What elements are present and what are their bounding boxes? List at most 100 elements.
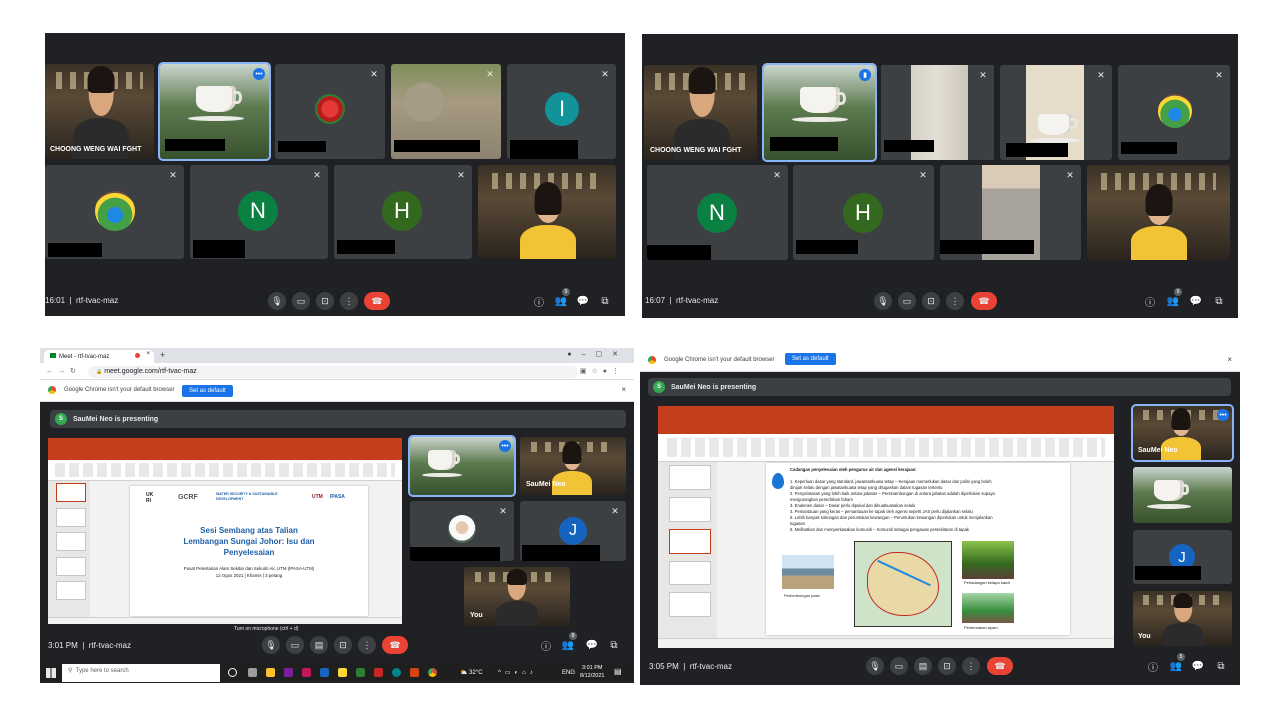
slide-thumb[interactable] [55, 507, 87, 527]
tile-h[interactable]: H ✕ [793, 165, 934, 260]
set-default-button[interactable]: Set as default [182, 385, 233, 397]
windows-start-icon[interactable] [46, 668, 56, 678]
slide-thumb[interactable] [668, 528, 712, 554]
chat-icon[interactable]: 💬 [1191, 659, 1205, 673]
tile-h[interactable]: H ✕ [334, 165, 472, 259]
info-icon[interactable]: ⓘ [1143, 294, 1157, 309]
tile-group-photo[interactable]: ✕ [45, 165, 184, 259]
camera-button[interactable]: ▭ [286, 636, 304, 654]
tile-speaking[interactable] [1133, 467, 1232, 523]
widgets-icon[interactable] [248, 668, 257, 677]
mic-button[interactable]: 🎙 [866, 657, 884, 675]
tile-self[interactable]: You [464, 567, 570, 626]
tile-n[interactable]: N ✕ [647, 165, 788, 260]
tile-saumei[interactable]: SauMei Neo ••• [1131, 404, 1234, 462]
present-button[interactable]: ⊡ [922, 292, 940, 310]
teams-icon[interactable] [302, 668, 311, 677]
activities-icon[interactable]: ⧉ [598, 294, 612, 308]
captions-button[interactable]: ▤ [310, 636, 328, 654]
infobar-close-icon[interactable]: × [1227, 355, 1232, 364]
language-indicator[interactable]: ENG [562, 670, 575, 676]
word-icon[interactable] [320, 668, 329, 677]
camera-button[interactable]: ▭ [292, 292, 310, 310]
tray-icons[interactable]: ^▭◐⌂♪ [498, 669, 537, 676]
tile-speaking[interactable]: ••• [408, 435, 516, 497]
tile-saumei[interactable] [1087, 165, 1230, 260]
camera-button[interactable]: ▭ [890, 657, 908, 675]
tile-wall[interactable]: ✕ [881, 65, 994, 160]
more-options-button[interactable]: ⋮ [340, 292, 358, 310]
info-icon[interactable]: ⓘ [1146, 659, 1160, 674]
end-call-button[interactable]: ☎ [971, 292, 997, 310]
weather-temp[interactable]: ⛅ 32°C [460, 669, 483, 676]
powerpoint-icon[interactable] [410, 668, 419, 677]
taskview-icon[interactable] [228, 668, 237, 677]
chat-icon[interactable]: 💬 [1189, 294, 1203, 308]
tile-j[interactable]: J ✕ [520, 501, 626, 561]
sticky-icon[interactable] [338, 668, 347, 677]
activities-icon[interactable]: ⧉ [1212, 294, 1226, 308]
activities-icon[interactable]: ⧉ [1214, 659, 1228, 673]
more-options-button[interactable]: ⋮ [946, 292, 964, 310]
tab-close-icon[interactable]: × [146, 351, 150, 357]
app-icon[interactable] [392, 668, 401, 677]
mic-button[interactable]: 🎙 [874, 292, 892, 310]
end-call-button[interactable]: ☎ [987, 657, 1013, 675]
slide-thumb[interactable] [668, 560, 712, 586]
tile-self[interactable]: You [1133, 591, 1232, 646]
people-icon[interactable]: 👥 [1169, 659, 1183, 673]
notification-icon[interactable]: ▤ [614, 667, 622, 676]
slide-thumb[interactable] [668, 592, 712, 618]
tile-gravel[interactable]: ✕ [391, 64, 501, 159]
present-button[interactable]: ⊡ [938, 657, 956, 675]
tile-choong[interactable]: CHOONG WENG WAI FGHT [45, 64, 154, 159]
set-default-button[interactable]: Set as default [785, 353, 836, 365]
people-icon[interactable]: 👥 [554, 294, 568, 308]
taskbar-search[interactable]: ⚲ Type here to search [62, 664, 220, 682]
slide-thumb[interactable] [668, 465, 712, 490]
tile-person-grey[interactable]: ✕ [940, 165, 1081, 260]
people-icon[interactable]: 👥 [561, 638, 575, 652]
slide-thumb[interactable] [55, 581, 87, 601]
taskbar-clock[interactable]: 3:01 PM 8/12/2021 [580, 664, 604, 680]
tile-n[interactable]: N ✕ [190, 165, 328, 259]
end-call-button[interactable]: ☎ [382, 636, 408, 654]
tile-hijab[interactable]: ✕ [410, 501, 514, 561]
nav-buttons[interactable]: ←→↻ [46, 367, 81, 375]
info-icon[interactable]: ⓘ [532, 294, 546, 309]
more-options-button[interactable]: ⋮ [358, 636, 376, 654]
tile-group-photo[interactable]: ✕ [1118, 65, 1230, 160]
tile-j[interactable]: J [1133, 530, 1232, 584]
browser-tab[interactable]: Meet - rtf-tvac-maz × [44, 350, 154, 363]
chrome-taskbar-icon[interactable] [428, 668, 437, 677]
tile-i[interactable]: I ✕ [507, 64, 616, 159]
new-tab-button[interactable]: + [160, 350, 165, 360]
excel-icon[interactable] [356, 668, 365, 677]
chat-icon[interactable]: 💬 [585, 638, 599, 652]
onenote-icon[interactable] [284, 668, 293, 677]
present-button[interactable]: ⊡ [316, 292, 334, 310]
url-bar[interactable]: 🔒 meet.google.com/rtf-tvac-maz [88, 366, 578, 378]
captions-button[interactable]: ▤ [914, 657, 932, 675]
infobar-close-icon[interactable]: × [621, 385, 626, 394]
chat-icon[interactable]: 💬 [576, 294, 590, 308]
slide-thumb[interactable] [55, 556, 87, 576]
tile-speaking[interactable]: ••• [158, 62, 271, 161]
tile-saumei[interactable] [478, 165, 616, 259]
camera-button[interactable]: ▭ [898, 292, 916, 310]
pdf-icon[interactable] [374, 668, 383, 677]
tile-speaking[interactable]: ▮ [762, 63, 877, 162]
activities-icon[interactable]: ⧉ [607, 638, 621, 652]
end-call-button[interactable]: ☎ [364, 292, 390, 310]
browser-toolbar-icons[interactable]: ▣☆●⋮ [580, 367, 624, 375]
tile-choong[interactable]: CHOONG WENG WAI FGHT [644, 65, 757, 160]
slide-thumb[interactable] [55, 483, 87, 503]
mic-button[interactable]: 🎙 [262, 636, 280, 654]
tile-rose[interactable]: ✕ [275, 64, 385, 159]
present-button[interactable]: ⊡ [334, 636, 352, 654]
files-icon[interactable] [266, 668, 275, 677]
mic-button[interactable]: 🎙 [268, 292, 286, 310]
tile-cup-2[interactable]: ✕ [1000, 65, 1112, 160]
window-controls[interactable]: ●–▢✕ [567, 350, 628, 358]
tile-saumei[interactable]: SauMei Neo [520, 437, 626, 495]
